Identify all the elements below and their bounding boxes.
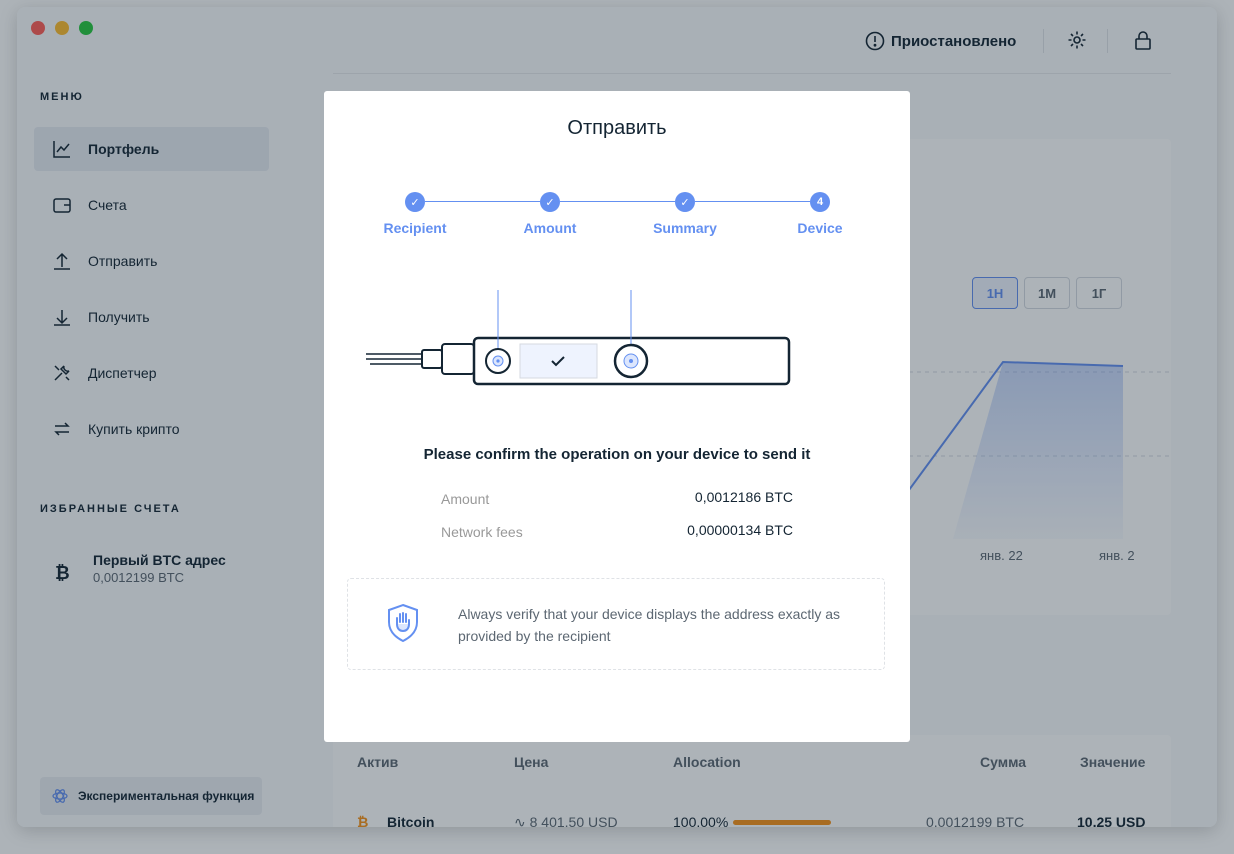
step-label-summary: Summary [653,220,717,236]
ledger-device-illustration [366,290,791,386]
amount-value: 0,0012186 BTC [694,489,793,505]
verify-address-text: Always verify that your device displays … [458,606,841,644]
send-modal: Отправить ✓ ✓ ✓ 4 Recipient Amount Summa… [324,91,910,742]
step-summary-check-icon: ✓ [675,192,695,212]
verify-address-notice: Always verify that your device displays … [347,578,885,670]
stepper-line [695,201,810,202]
modal-title: Отправить [567,117,667,139]
stepper-line [425,201,540,202]
step-label-device: Device [797,220,843,236]
shield-hand-icon [388,603,418,643]
step-label-recipient: Recipient [383,220,447,236]
network-fees-value: 0,00000134 BTC [687,522,793,538]
step-label-amount: Amount [523,220,577,236]
amount-label: Amount [441,491,490,507]
network-fees-label: Network fees [441,524,523,540]
stepper-line [560,201,675,202]
confirm-message: Please confirm the operation on your dev… [423,446,811,463]
step-recipient-check-icon: ✓ [405,192,425,212]
step-device-number: 4 [810,192,830,212]
step-amount-check-icon: ✓ [540,192,560,212]
